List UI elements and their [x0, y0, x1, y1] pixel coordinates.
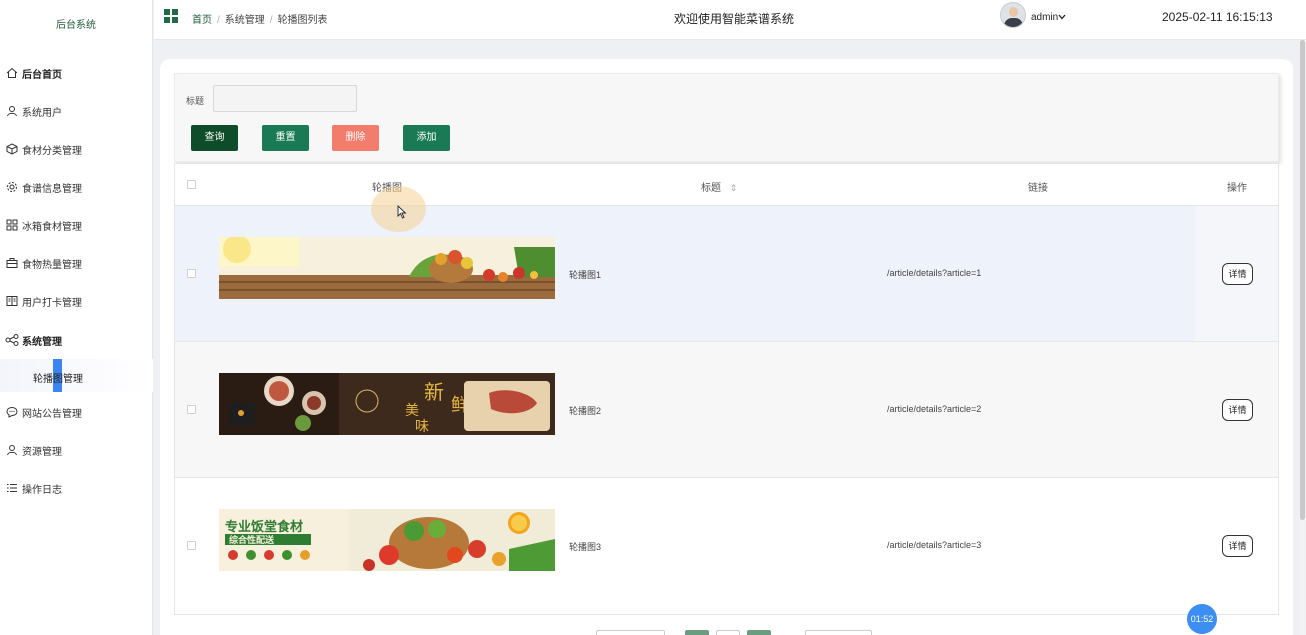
row-checkbox[interactable] — [187, 405, 196, 414]
row-title: 轮播图2 — [569, 406, 602, 416]
select-all-checkbox[interactable] — [187, 180, 196, 189]
table-row[interactable]: 新 鲜 美 味 轮播图2 /article/details?article=2 … — [175, 342, 1278, 478]
breadcrumb-home[interactable]: 首页 — [192, 15, 212, 26]
detail-button[interactable]: 详情 — [1222, 399, 1253, 421]
datetime: 2025-02-11 16:15:13 — [1162, 10, 1273, 24]
briefcase-icon — [5, 256, 19, 270]
user-icon — [5, 443, 19, 457]
list-icon — [5, 481, 19, 495]
sidebar-item-label: 后台首页 — [22, 69, 62, 81]
top-header: 首页 / 系统管理 / 轮播图列表 欢迎使用智能菜谱系统 admin 2025-02-1… — [154, 0, 1306, 40]
title-label: 标题 — [186, 96, 205, 106]
mouse-cursor-icon — [397, 205, 407, 219]
page-size-select[interactable] — [596, 630, 665, 635]
header-title[interactable]: 标题 ⇕ — [701, 179, 737, 194]
sidebar-item-fridge[interactable]: 冰箱食材管理 — [0, 214, 153, 236]
sidebar-item-label: 用户打卡管理 — [22, 297, 82, 309]
sidebar-item-system[interactable]: 系统管理 — [0, 329, 153, 351]
menu-grid-icon[interactable] — [164, 9, 178, 23]
sidebar-item-recipe[interactable]: 食谱信息管理 — [0, 176, 153, 198]
row-title: 轮播图1 — [569, 270, 602, 280]
share-icon — [5, 333, 19, 347]
sidebar-item-ingredient-category[interactable]: 食材分类管理 — [0, 138, 153, 160]
avatar[interactable] — [1000, 2, 1026, 28]
detail-button[interactable]: 详情 — [1222, 535, 1253, 557]
table-row[interactable]: 专业饭堂食材 综合性配送 轮播图3 /article/details?artic… — [175, 478, 1278, 614]
table-row[interactable]: 轮播图1 /article/details?article=1 详情 — [175, 206, 1278, 342]
sidebar: 后台系统 后台首页 系统用户 食材分类管理 食谱信息管理 冰箱食材管理 食物热量… — [0, 0, 153, 635]
book-icon — [5, 294, 19, 308]
svg-text:美: 美 — [405, 403, 419, 419]
breadcrumb: 首页 / 系统管理 / 轮播图列表 — [192, 15, 328, 26]
reset-button[interactable]: 重置 — [262, 125, 309, 151]
banner2-text-1: 新 — [424, 380, 444, 404]
carousel-image-2: 新 鲜 美 味 — [219, 373, 555, 435]
sidebar-item-label: 食物热量管理 — [22, 259, 82, 271]
sidebar-title: 后台系统 — [56, 20, 96, 31]
sidebar-item-label: 食谱信息管理 — [22, 183, 82, 195]
username: admin — [1031, 12, 1059, 23]
sidebar-item-label: 冰箱食材管理 — [22, 221, 82, 233]
breadcrumb-current: 轮播图列表 — [277, 15, 328, 26]
title-search-input[interactable] — [213, 85, 357, 112]
sidebar-item-label: 操作日志 — [22, 484, 62, 496]
breadcrumb-system[interactable]: 系统管理 — [225, 15, 265, 26]
sidebar-item-calorie[interactable]: 食物热量管理 — [0, 252, 153, 274]
home-icon — [5, 66, 19, 80]
sort-icon: ⇕ — [729, 183, 738, 193]
row-checkbox[interactable] — [187, 541, 196, 550]
carousel-image-1 — [219, 237, 555, 299]
sidebar-item-label: 网站公告管理 — [22, 408, 82, 420]
add-button[interactable]: 添加 — [403, 125, 450, 151]
welcome-text: 欢迎使用智能菜谱系统 — [674, 12, 795, 26]
goto-page-input[interactable] — [805, 630, 872, 635]
chat-icon — [5, 405, 19, 419]
row-link: /article/details?article=1 — [887, 268, 982, 278]
sidebar-item-label: 系统管理 — [22, 336, 62, 348]
sidebar-item-label: 食材分类管理 — [22, 145, 82, 157]
page-number-button[interactable] — [716, 630, 740, 635]
prev-page-button[interactable] — [685, 630, 709, 635]
next-page-button[interactable] — [747, 630, 771, 635]
header-link: 链接 — [1028, 183, 1048, 194]
sidebar-subitem-carousel[interactable]: 轮播图管理 — [0, 359, 153, 392]
query-button[interactable]: 查询 — [191, 125, 238, 151]
grid-icon — [5, 218, 19, 232]
banner3-text-1: 专业饭堂食材 — [225, 519, 303, 535]
user-menu[interactable]: admin — [1031, 12, 1066, 23]
sidebar-item-log[interactable]: 操作日志 — [0, 477, 153, 499]
gear-icon — [5, 180, 19, 194]
row-link: /article/details?article=2 — [887, 404, 982, 414]
sidebar-subitem-label: 轮播图管理 — [33, 374, 83, 385]
header-action: 操作 — [1227, 183, 1247, 194]
row-checkbox[interactable] — [187, 269, 196, 278]
row-title: 轮播图3 — [569, 542, 602, 552]
sidebar-item-announcement[interactable]: 网站公告管理 — [0, 401, 153, 423]
table-header: 轮播图 标题 ⇕ 链接 操作 — [175, 164, 1278, 206]
user-icon — [5, 104, 19, 118]
detail-button[interactable]: 详情 — [1222, 263, 1253, 285]
carousel-table: 轮播图 标题 ⇕ 链接 操作 — [174, 163, 1279, 615]
delete-button[interactable]: 删除 — [332, 125, 379, 151]
sidebar-item-checkin[interactable]: 用户打卡管理 — [0, 290, 153, 312]
sidebar-item-system-user[interactable]: 系统用户 — [0, 100, 153, 122]
page-scrollbar[interactable] — [1299, 40, 1306, 635]
sidebar-item-label: 资源管理 — [22, 446, 62, 458]
box-icon — [5, 142, 19, 156]
timer-badge[interactable]: 01:52 — [1187, 604, 1217, 634]
sidebar-item-label: 系统用户 — [22, 107, 62, 119]
sidebar-item-resource[interactable]: 资源管理 — [0, 439, 153, 461]
svg-text:味: 味 — [415, 419, 429, 435]
chevron-down-icon — [1058, 12, 1066, 23]
search-bar: 标题 查询 重置 删除 添加 — [174, 73, 1279, 162]
carousel-image-3: 专业饭堂食材 综合性配送 — [219, 509, 555, 571]
banner3-text-2: 综合性配送 — [229, 534, 275, 546]
row-link: /article/details?article=3 — [887, 540, 982, 550]
sidebar-item-home[interactable]: 后台首页 — [0, 62, 153, 84]
